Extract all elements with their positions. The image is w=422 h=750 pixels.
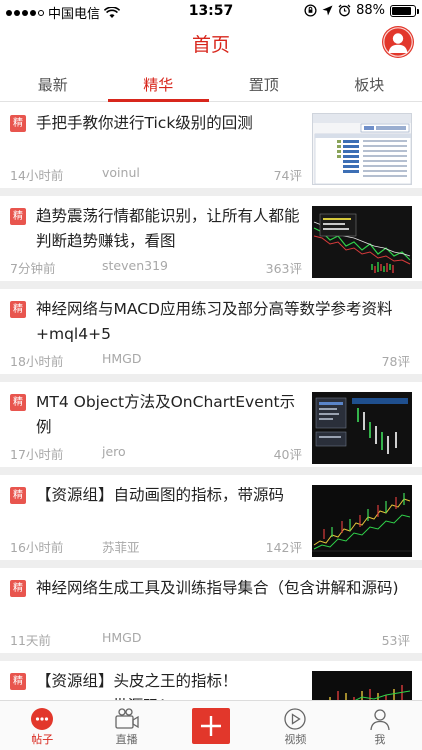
- avatar[interactable]: [382, 26, 414, 58]
- post-meta: 14小时前 voinul 74评: [10, 165, 302, 184]
- post-thumbnail[interactable]: [312, 485, 412, 557]
- comment-count: 142评: [265, 540, 302, 555]
- bottom-tab-bar: 帖子 直播 视频 我: [0, 700, 422, 750]
- person-avatar-icon: [383, 27, 413, 57]
- post-time: 11天前: [10, 633, 51, 648]
- tabbar-label: 视频: [284, 733, 307, 746]
- post-title[interactable]: 【资源组】自动画图的指标，带源码: [36, 483, 308, 508]
- alarm-clock-icon: [338, 4, 351, 17]
- featured-badge: 精: [10, 487, 26, 504]
- nav-header: 首页: [0, 22, 422, 66]
- post-time: 17小时前: [10, 447, 64, 462]
- post-meta: 16小时前 苏菲亚 142评: [10, 537, 302, 556]
- post-author: steven319: [102, 258, 168, 273]
- tabbar-item-new-post[interactable]: [169, 701, 253, 750]
- play-circle-icon: [284, 708, 307, 730]
- post-author: HMGD: [102, 630, 142, 645]
- post-meta: 18小时前 HMGD 78评: [10, 351, 410, 370]
- post-item[interactable]: 精 神经网络与MACD应用练习及部分高等数学参考资料+mql4+5 18小时前 …: [0, 289, 422, 374]
- post-item[interactable]: 精 MT4 Object方法及OnChartEvent示例 17小时前 jero…: [0, 382, 422, 467]
- tab-latest[interactable]: 最新: [0, 66, 106, 101]
- featured-badge: 精: [10, 580, 26, 597]
- video-camera-icon: [114, 708, 139, 729]
- featured-badge: 精: [10, 673, 26, 690]
- post-title[interactable]: 神经网络生成工具及训练指导集合（包含讲解和源码): [36, 576, 408, 601]
- battery-icon: [390, 4, 419, 17]
- tab-featured[interactable]: 精华: [106, 66, 212, 102]
- post-author: 苏菲亚: [102, 540, 140, 555]
- featured-badge: 精: [10, 115, 26, 132]
- post-title[interactable]: 手把手教你进行Tick级别的回测: [36, 111, 308, 136]
- plus-icon: [201, 716, 222, 736]
- comment-count: 74评: [273, 168, 302, 183]
- post-title[interactable]: 神经网络与MACD应用练习及部分高等数学参考资料+mql4+5: [36, 297, 408, 347]
- post-title[interactable]: 【资源组】头皮之王的指标！KINGBIRD带源码！: [36, 669, 308, 700]
- post-author: jero: [102, 444, 126, 459]
- tabbar-item-live[interactable]: 直播: [84, 701, 168, 750]
- battery-percent: 88%: [356, 3, 385, 18]
- post-meta: 11天前 HMGD 53评: [10, 630, 410, 649]
- post-time: 7分钟前: [10, 261, 56, 276]
- new-post-button[interactable]: [192, 708, 231, 744]
- comment-count: 363评: [265, 261, 302, 276]
- orientation-lock-icon: [304, 4, 317, 17]
- post-time: 16小时前: [10, 540, 64, 555]
- post-meta: 7分钟前 steven319 363评: [10, 258, 302, 277]
- battery-level: [392, 6, 412, 15]
- post-item[interactable]: 精 手把手教你进行Tick级别的回测 14小时前 voinul 74评: [0, 103, 422, 188]
- post-item[interactable]: 精 【资源组】头皮之王的指标！KINGBIRD带源码！: [0, 661, 422, 700]
- post-author: voinul: [102, 165, 140, 180]
- status-bar: 中国电信 13:57 88%: [0, 0, 422, 22]
- category-tabs: 最新 精华 置顶 板块: [0, 66, 422, 102]
- comment-count: 78评: [381, 354, 410, 369]
- tabbar-label: 直播: [115, 733, 138, 746]
- tabbar-label: 帖子: [31, 733, 54, 746]
- chat-bubble-icon: [31, 708, 54, 730]
- status-right: 88%: [304, 3, 419, 18]
- post-list[interactable]: 精 手把手教你进行Tick级别的回测 14小时前 voinul 74评 精 趋势…: [0, 103, 422, 700]
- post-author: HMGD: [102, 351, 142, 366]
- post-thumbnail[interactable]: [312, 206, 412, 278]
- location-arrow-icon: [322, 5, 333, 16]
- post-item[interactable]: 精 神经网络生成工具及训练指导集合（包含讲解和源码) 11天前 HMGD 53评: [0, 568, 422, 653]
- tab-pinned[interactable]: 置顶: [211, 66, 317, 101]
- featured-badge: 精: [10, 301, 26, 318]
- post-thumbnail[interactable]: [312, 113, 412, 185]
- person-icon: [370, 709, 390, 731]
- featured-badge: 精: [10, 394, 26, 411]
- tabbar-label: 我: [374, 733, 386, 746]
- featured-badge: 精: [10, 208, 26, 225]
- tabbar-item-video[interactable]: 视频: [253, 701, 337, 750]
- comment-count: 40评: [273, 447, 302, 462]
- post-meta: 17小时前 jero 40评: [10, 444, 302, 463]
- page-title: 首页: [191, 34, 230, 56]
- post-time: 18小时前: [10, 354, 64, 369]
- tab-boards[interactable]: 板块: [317, 66, 422, 101]
- post-title[interactable]: MT4 Object方法及OnChartEvent示例: [36, 390, 308, 440]
- tabbar-item-posts[interactable]: 帖子: [0, 701, 84, 750]
- post-title[interactable]: 趋势震荡行情都能识别，让所有人都能判断趋势赚钱，看图: [36, 204, 308, 254]
- post-time: 14小时前: [10, 168, 64, 183]
- post-item[interactable]: 精 【资源组】自动画图的指标，带源码 16小时前 苏菲亚 142评: [0, 475, 422, 560]
- tabbar-item-me[interactable]: 我: [338, 701, 422, 750]
- post-thumbnail[interactable]: [312, 392, 412, 464]
- post-thumbnail[interactable]: [312, 671, 412, 700]
- post-item[interactable]: 精 趋势震荡行情都能识别，让所有人都能判断趋势赚钱，看图 7分钟前 steven…: [0, 196, 422, 281]
- comment-count: 53评: [381, 633, 410, 648]
